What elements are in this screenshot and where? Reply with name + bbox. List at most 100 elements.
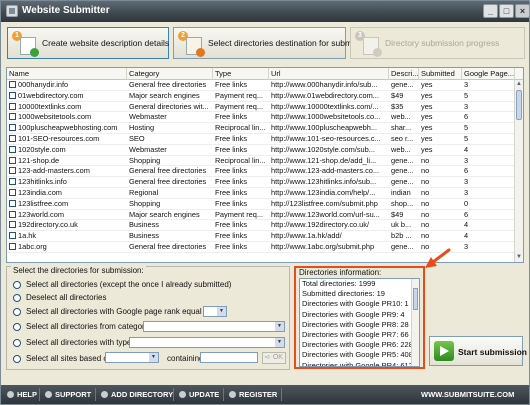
column-header-type[interactable]: Type: [213, 68, 269, 80]
column-header-google-pagerank[interactable]: Google Page...: [462, 68, 515, 80]
row-checkbox[interactable]: [9, 232, 16, 240]
update-link[interactable]: UPDATE: [179, 389, 219, 400]
support-link[interactable]: SUPPORT: [45, 389, 91, 400]
cell-category: Regional: [127, 188, 213, 198]
radio-button[interactable]: [13, 280, 21, 289]
cell-pagerank-text: 3: [464, 241, 469, 251]
cell-type-text: Free links: [215, 231, 248, 241]
table-row[interactable]: 000hanydir.info General free directories F…: [7, 80, 515, 91]
row-checkbox[interactable]: [9, 124, 16, 132]
table-row[interactable]: 192directory.co.uk Business Free links http…: [7, 220, 515, 232]
column-header-url[interactable]: Url: [269, 68, 389, 80]
table-row[interactable]: 1020style.com Webmaster Free links http://w…: [7, 145, 515, 156]
option-pagerank[interactable]: Select all directories with Google page …: [13, 306, 213, 317]
column-header-description[interactable]: Descri...: [389, 68, 419, 80]
website-link[interactable]: WWW.SUBMITSUITE.COM: [421, 390, 514, 399]
table-row[interactable]: 10000textlinks.com General directories wi…: [7, 102, 515, 113]
step-1-button[interactable]: 1 Create website description details: [7, 27, 169, 59]
field-select[interactable]: ▼: [105, 352, 159, 363]
cell-type: Payment req...: [213, 91, 269, 101]
column-header-name[interactable]: Name: [7, 68, 127, 80]
table-scrollbar[interactable]: ▲ ▼: [514, 80, 523, 262]
radio-button[interactable]: [13, 322, 21, 331]
divider: [223, 388, 224, 401]
directories-table[interactable]: Name Category Type Url Descri... Submitt…: [6, 67, 524, 263]
cell-name-text: 000hanydir.info: [18, 80, 69, 89]
table-row[interactable]: 123listfree.com Shopping Free links http://…: [7, 199, 515, 210]
row-checkbox[interactable]: [9, 199, 16, 207]
step-2-button[interactable]: 2 Select directories destination for sub…: [173, 27, 374, 59]
row-checkbox[interactable]: [9, 91, 16, 99]
table-row[interactable]: 121-shop.de Shopping Reciprocal lin... http…: [7, 156, 515, 167]
cell-description-text: $35: [391, 101, 404, 111]
row-checkbox[interactable]: [9, 134, 16, 142]
ok-button[interactable]: ➪ OK: [262, 352, 286, 364]
table-row[interactable]: 1000websitetools.com Webmaster Free links h…: [7, 112, 515, 124]
column-header-category[interactable]: Category: [127, 68, 213, 80]
cell-url-text: http://www.101-seo-resources.c...: [271, 133, 381, 143]
row-checkbox[interactable]: [9, 113, 16, 121]
row-checkbox[interactable]: [9, 188, 16, 196]
category-select[interactable]: ▼: [143, 321, 285, 332]
option-category[interactable]: Select all directories from category:: [13, 321, 151, 332]
table-row[interactable]: 123hitlinks.info General free directories…: [7, 177, 515, 188]
pagerank-select[interactable]: ▼: [203, 306, 227, 317]
row-checkbox[interactable]: [9, 145, 16, 153]
type-select[interactable]: ▼: [129, 337, 285, 348]
option-type[interactable]: Select all directories with type:: [13, 337, 134, 348]
cell-pagerank: 3: [462, 102, 515, 112]
cell-pagerank-text: 5: [464, 123, 469, 133]
row-checkbox[interactable]: [9, 167, 16, 175]
info-scrollbar[interactable]: [411, 279, 419, 366]
radio-button[interactable]: [13, 354, 21, 363]
info-line: Total directories: 1999: [302, 279, 376, 288]
minimize-button[interactable]: _: [483, 4, 498, 18]
column-header-submitted[interactable]: Submitted: [419, 68, 462, 80]
cell-category-text: Webmaster: [129, 144, 167, 154]
radio-button[interactable]: [13, 338, 21, 347]
info-list[interactable]: Total directories: 1999 Submitted directo…: [299, 278, 420, 367]
row-checkbox[interactable]: [9, 81, 16, 88]
table-row[interactable]: 1a.hk Business Free links http://www.1a.hk/…: [7, 231, 515, 242]
option-sites-based-on[interactable]: Select all sites based on:: [13, 353, 115, 364]
cell-type: Free links: [213, 231, 269, 241]
table-row[interactable]: 101-SEO-resources.com SEO Free links http:/…: [7, 134, 515, 145]
table-row[interactable]: 123world.com Major search engines Payment …: [7, 210, 515, 221]
cell-type-text: Payment req...: [215, 101, 264, 111]
cell-submitted-text: no: [421, 209, 430, 219]
cell-category: Major search engines: [127, 91, 213, 101]
cell-url-text: http://www.192directory.co.uk/: [271, 220, 370, 230]
cell-description-text: gene...: [391, 80, 414, 89]
row-checkbox[interactable]: [9, 242, 16, 250]
scroll-down-icon[interactable]: ▼: [515, 253, 523, 262]
row-checkbox[interactable]: [9, 156, 16, 164]
option-select-all-unsubmitted[interactable]: Select all directories (except the once …: [13, 279, 231, 290]
row-checkbox[interactable]: [9, 221, 16, 229]
table-row[interactable]: 123-add-masters.com General free director…: [7, 166, 515, 178]
scroll-thumb[interactable]: [516, 90, 522, 120]
cell-name: 01webdirectory.com: [7, 91, 127, 101]
radio-button[interactable]: [13, 293, 21, 302]
maximize-button[interactable]: □: [499, 4, 514, 18]
row-checkbox[interactable]: [9, 210, 16, 218]
table-row[interactable]: 01webdirectory.com Major search engines Pa…: [7, 91, 515, 102]
containing-input[interactable]: [200, 352, 258, 363]
cell-name: 192directory.co.uk: [7, 220, 127, 230]
table-row[interactable]: 100pluscheapwebhosting.com Hosting Recipro…: [7, 123, 515, 134]
scroll-up-icon[interactable]: ▲: [515, 80, 523, 89]
cell-name-text: 1000websitetools.com: [18, 112, 92, 122]
option-deselect-all[interactable]: Deselect all directories: [13, 292, 106, 303]
title-bar[interactable]: Website Submitter _ □ ×: [1, 1, 530, 22]
scroll-thumb[interactable]: [413, 288, 418, 310]
radio-button[interactable]: [13, 307, 21, 316]
start-submission-button[interactable]: Start submission: [429, 336, 527, 366]
close-button[interactable]: ×: [515, 4, 530, 18]
row-checkbox[interactable]: [9, 178, 16, 186]
add-directory-link[interactable]: ADD DIRECTORY: [101, 389, 173, 400]
help-link[interactable]: HELP: [7, 389, 37, 400]
cell-submitted: yes: [419, 123, 462, 133]
table-row[interactable]: 123india.com Regional Free links http://www…: [7, 188, 515, 199]
info-line: Directories with Google PR5: 408: [302, 350, 413, 360]
register-link[interactable]: REGISTER: [229, 389, 277, 400]
row-checkbox[interactable]: [9, 102, 16, 110]
